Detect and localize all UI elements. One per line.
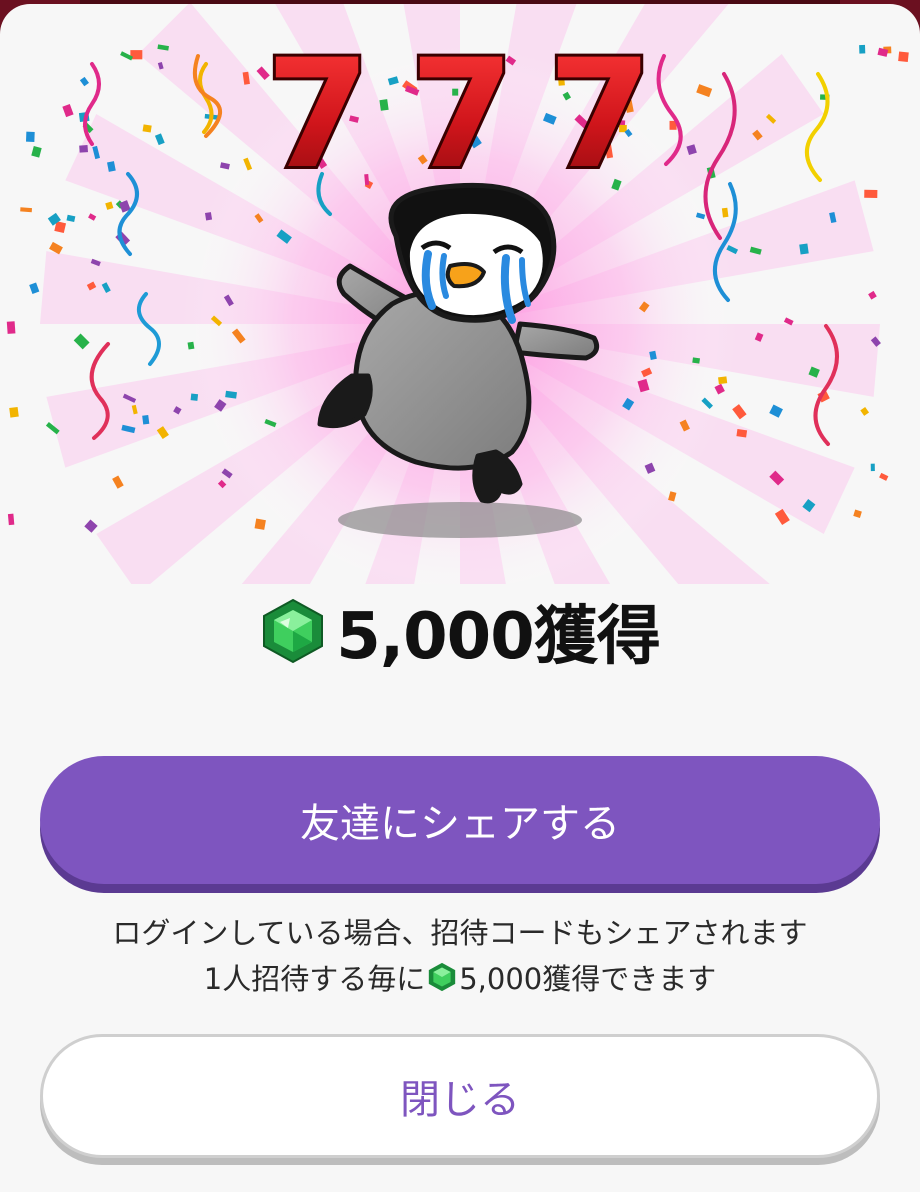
confetti-piece (864, 189, 878, 198)
confetti-piece (79, 76, 89, 87)
confetti-piece (6, 321, 16, 334)
confetti-piece (859, 44, 866, 54)
confetti-piece (718, 376, 728, 385)
confetti-piece (20, 207, 33, 213)
confetti-piece (7, 513, 15, 526)
confetti-piece (898, 51, 909, 63)
confetti-piece (154, 133, 165, 146)
confetti-piece (142, 124, 152, 133)
reward-amount-label: 5,000獲得 (336, 600, 660, 674)
seven-digit-1: 7 (266, 28, 370, 202)
confetti-piece (692, 357, 701, 364)
reward-dialog: 7 7 7 5,000獲得 友達にシェアする ログインしている場合、招待コードも… (0, 4, 920, 1192)
close-button[interactable]: 閉じる (40, 1034, 880, 1158)
confetti-piece (187, 341, 195, 350)
confetti-piece (799, 243, 809, 255)
confetti-piece (853, 509, 862, 518)
confetti-piece (379, 99, 389, 111)
confetti-piece (860, 406, 870, 416)
confetti-piece (721, 207, 729, 218)
confetti-piece (219, 162, 230, 170)
confetti-piece (190, 393, 199, 401)
share-note-line2: 1人招待する毎に 5,000獲得できます (0, 956, 920, 998)
confetti-piece (105, 201, 114, 210)
confetti-piece (204, 212, 213, 221)
confetti-piece (79, 145, 89, 153)
celebration-illustration: 7 7 7 (0, 4, 920, 584)
seven-digit-2: 7 (410, 28, 514, 202)
confetti-piece (26, 131, 35, 142)
confetti-piece (9, 407, 19, 418)
confetti-piece (870, 463, 875, 472)
confetti-piece (66, 214, 76, 222)
confetti-piece (732, 404, 747, 420)
confetti-piece (142, 414, 150, 425)
share-note-line2-prefix: 1人招待する毎に (203, 962, 426, 996)
penguin-shadow (338, 502, 582, 538)
jackpot-sevens: 7 7 7 (263, 25, 655, 205)
green-gem-icon (263, 598, 324, 664)
confetti-piece (868, 290, 877, 300)
confetti-piece (112, 475, 124, 489)
share-with-friends-button[interactable]: 友達にシェアする (40, 756, 880, 884)
confetti-piece (88, 213, 97, 221)
confetti-piece (879, 472, 889, 481)
confetti-piece (254, 518, 266, 530)
reward-amount: 5,000獲得 (0, 586, 920, 676)
confetti-piece (62, 103, 74, 118)
confetti-piece (696, 84, 713, 98)
confetti-piece (73, 333, 90, 350)
confetti-piece (769, 404, 783, 418)
confetti-piece (29, 282, 40, 295)
share-note-line1: ログインしている場合、招待コードもシェアされます (112, 916, 808, 950)
confetti-piece (31, 146, 42, 158)
celebration-art: 7 7 7 (6, 4, 909, 584)
green-gem-icon (429, 962, 456, 992)
confetti-piece (736, 428, 748, 438)
share-note-line2-suffix: 5,000獲得できます (459, 962, 717, 996)
confetti-piece (84, 519, 98, 533)
seven-digit-3: 7 (548, 28, 652, 202)
